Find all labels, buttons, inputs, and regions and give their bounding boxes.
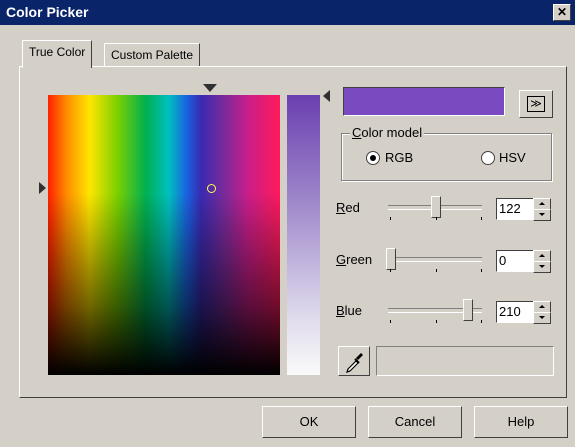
green-label: Green: [336, 252, 373, 267]
blue-spinner[interactable]: 210: [496, 301, 551, 324]
hue-marker-arrow: [203, 84, 217, 92]
red-tick: [481, 217, 482, 220]
red-tick: [436, 217, 437, 220]
luminance-bar[interactable]: [287, 95, 320, 375]
green-tick: [390, 269, 391, 272]
ok-button[interactable]: OK: [262, 406, 356, 438]
spectrum-cursor[interactable]: [207, 184, 216, 193]
green-slider-track[interactable]: [388, 257, 482, 262]
green-tick: [481, 269, 482, 272]
hsv-radio[interactable]: [481, 151, 495, 165]
window-title: Color Picker: [6, 4, 89, 20]
blue-down-button[interactable]: [533, 312, 551, 324]
help-button[interactable]: Help: [474, 406, 568, 438]
expand-label: ≫: [527, 96, 545, 112]
blue-slider-thumb[interactable]: [463, 299, 474, 321]
green-slider-thumb[interactable]: [386, 248, 396, 270]
blue-value-field[interactable]: 210: [496, 301, 534, 323]
green-spinner[interactable]: 0: [496, 250, 551, 273]
luminance-marker-arrow[interactable]: [323, 90, 330, 102]
blue-label: Blue: [336, 303, 363, 318]
red-value-field[interactable]: 122: [496, 198, 534, 220]
green-value-field[interactable]: 0: [496, 250, 534, 272]
blue-tick: [481, 320, 482, 323]
color-spectrum[interactable]: [48, 95, 280, 375]
cancel-button[interactable]: Cancel: [368, 406, 462, 438]
saturation-marker-arrow: [39, 182, 46, 194]
close-button[interactable]: ✕: [553, 4, 571, 21]
red-slider-thumb[interactable]: [430, 196, 441, 218]
color-model-label: Color model: [350, 125, 425, 140]
green-tick: [436, 269, 437, 272]
rgb-radio[interactable]: [366, 151, 380, 165]
color-value-field: [376, 346, 554, 376]
title-bar: Color Picker ✕: [0, 0, 575, 25]
red-label: Red: [336, 200, 360, 215]
rgb-label: RGB: [385, 150, 414, 165]
blue-tick: [436, 320, 437, 323]
rgb-radio-dot: [370, 155, 376, 161]
expand-button[interactable]: ≫: [519, 90, 553, 118]
tab-custom-palette[interactable]: Custom Palette: [104, 43, 201, 66]
red-down-button[interactable]: [533, 209, 551, 221]
tab-true-color[interactable]: True Color: [22, 40, 93, 68]
red-spinner[interactable]: 122: [496, 198, 551, 221]
blue-tick: [390, 320, 391, 323]
red-tick: [390, 217, 391, 220]
hsv-label: HSV: [499, 150, 526, 165]
eyedropper-icon: [346, 353, 363, 373]
green-down-button[interactable]: [533, 261, 551, 273]
color-preview-swatch: [343, 87, 505, 116]
eyedropper-button[interactable]: [338, 346, 370, 376]
